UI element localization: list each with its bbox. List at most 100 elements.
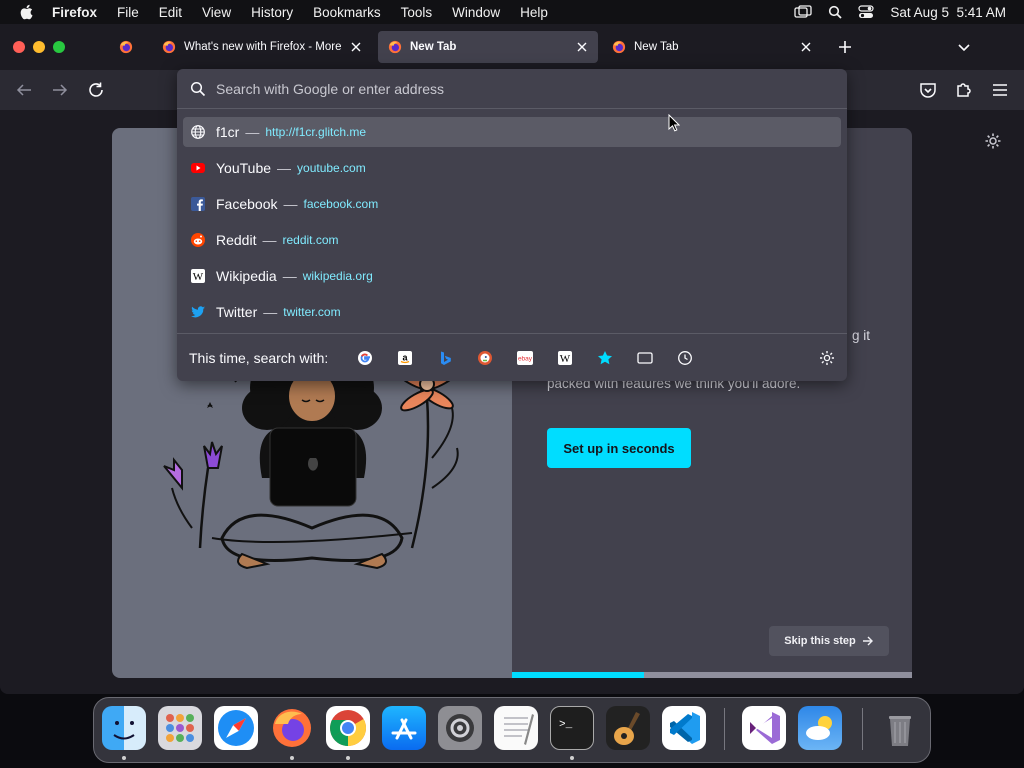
launchpad-icon[interactable] <box>158 706 202 750</box>
visual-studio-icon[interactable] <box>742 706 786 750</box>
set-up-button[interactable]: Set up in seconds <box>547 428 691 468</box>
apple-menu-icon[interactable] <box>19 4 33 20</box>
url-result-twitter[interactable]: Twitter — twitter.com <box>183 297 841 327</box>
svg-text:W: W <box>193 271 204 283</box>
extensions-puzzle-icon[interactable] <box>954 80 974 100</box>
youtube-icon <box>191 163 205 173</box>
app-store-icon[interactable] <box>382 706 426 750</box>
url-result-wikipedia[interactable]: W Wikipedia — wikipedia.org <box>183 261 841 291</box>
tabs-icon[interactable] <box>637 350 653 366</box>
tab-label: New Tab <box>634 41 679 53</box>
url-result-f1cr[interactable]: f1cr — http://f1cr.glitch.me <box>183 117 841 147</box>
address-search-input[interactable] <box>216 80 816 97</box>
minimize-window-button[interactable] <box>33 41 45 53</box>
reload-icon[interactable] <box>86 80 106 100</box>
amazon-icon[interactable]: a <box>397 350 413 366</box>
tab-new-tab[interactable]: New Tab <box>602 31 822 63</box>
firefox-favicon-icon <box>162 40 176 54</box>
svg-text:W: W <box>560 353 571 365</box>
menubar-clock[interactable]: Sat Aug 5 5:41 AM <box>890 5 1006 20</box>
close-tab-icon[interactable] <box>798 39 814 55</box>
system-settings-icon[interactable] <box>438 706 482 750</box>
finder-icon[interactable] <box>102 706 146 750</box>
menu-file[interactable]: File <box>117 5 139 20</box>
close-tab-icon[interactable] <box>348 39 364 55</box>
one-off-search-bar: This time, search with: a ebay W <box>177 333 847 381</box>
chrome-icon[interactable] <box>326 706 370 750</box>
duckduckgo-icon[interactable] <box>477 350 493 366</box>
close-tab-icon[interactable] <box>574 39 590 55</box>
hamburger-menu-icon[interactable] <box>990 80 1010 100</box>
result-separator: — <box>262 232 277 248</box>
result-url: http://f1cr.glitch.me <box>265 125 367 139</box>
globe-icon <box>191 125 205 139</box>
weather-icon[interactable] <box>798 706 842 750</box>
macos-menu-bar: Firefox File Edit View History Bookmarks… <box>0 0 1024 24</box>
forward-arrow-icon[interactable] <box>50 80 70 100</box>
result-separator: — <box>263 304 278 320</box>
firefox-icon[interactable] <box>270 706 314 750</box>
search-icon <box>190 81 206 96</box>
personalize-gear-icon[interactable] <box>984 132 1002 150</box>
menu-bookmarks[interactable]: Bookmarks <box>313 5 381 20</box>
spotlight-search-icon[interactable] <box>828 5 843 19</box>
tab-pinned-firefox[interactable] <box>108 31 144 63</box>
vscode-icon[interactable] <box>662 706 706 750</box>
result-title: Facebook <box>216 196 278 212</box>
svg-text:ebay: ebay <box>518 356 533 363</box>
dock-separator <box>862 708 863 750</box>
terminal-icon[interactable]: >_ <box>550 706 594 750</box>
list-all-tabs-chevron-down-icon[interactable] <box>956 39 972 55</box>
result-title: Wikipedia <box>216 268 277 284</box>
bing-icon[interactable] <box>437 350 453 366</box>
tab-label: What's new with Firefox - More <box>184 41 342 53</box>
trash-icon[interactable] <box>878 706 922 750</box>
google-icon[interactable] <box>357 350 373 366</box>
macos-dock: >_ <box>93 697 931 763</box>
bookmarks-star-icon[interactable] <box>597 350 613 366</box>
wikipedia-icon: W <box>191 269 205 283</box>
running-indicator <box>346 756 350 760</box>
result-title: Reddit <box>216 232 257 248</box>
control-center-icon[interactable] <box>858 5 875 19</box>
result-url: twitter.com <box>283 305 341 319</box>
url-result-youtube[interactable]: YouTube — youtube.com <box>183 153 841 183</box>
close-window-button[interactable] <box>13 41 25 53</box>
urlbar <box>177 69 847 109</box>
new-tab-plus-icon[interactable] <box>837 39 853 55</box>
mouse-pointer-icon <box>668 114 680 132</box>
menu-window[interactable]: Window <box>452 5 500 20</box>
ebay-icon[interactable]: ebay <box>517 350 533 366</box>
skip-label: Skip this step <box>784 635 856 647</box>
tab-whats-new[interactable]: What's new with Firefox - More <box>152 31 372 63</box>
onboarding-progress-bar <box>512 672 912 678</box>
zoom-window-button[interactable] <box>53 41 65 53</box>
menu-view[interactable]: View <box>202 5 231 20</box>
url-result-reddit[interactable]: Reddit — reddit.com <box>183 225 841 255</box>
url-result-facebook[interactable]: Facebook — facebook.com <box>183 189 841 219</box>
back-arrow-icon[interactable] <box>14 80 34 100</box>
result-separator: — <box>245 124 260 140</box>
wikipedia-icon[interactable]: W <box>557 350 573 366</box>
result-url: facebook.com <box>303 197 379 211</box>
screen-mirroring-icon[interactable] <box>794 5 813 19</box>
reddit-icon <box>191 233 205 247</box>
firefox-favicon-icon <box>119 40 133 54</box>
skip-this-step-button[interactable]: Skip this step <box>769 626 889 656</box>
textedit-icon[interactable] <box>494 706 538 750</box>
result-url: wikipedia.org <box>302 269 373 283</box>
result-separator: — <box>283 196 298 212</box>
firefox-favicon-icon <box>388 40 402 54</box>
garageband-icon[interactable] <box>606 706 650 750</box>
menu-edit[interactable]: Edit <box>159 5 182 20</box>
pocket-icon[interactable] <box>918 80 938 100</box>
dock-separator <box>724 708 725 750</box>
menu-help[interactable]: Help <box>520 5 548 20</box>
safari-icon[interactable] <box>214 706 258 750</box>
tab-new-tab-active[interactable]: New Tab <box>378 31 598 63</box>
menu-app-name[interactable]: Firefox <box>52 5 97 20</box>
search-settings-gear-icon[interactable] <box>819 350 835 366</box>
menu-tools[interactable]: Tools <box>401 5 433 20</box>
history-icon[interactable] <box>677 350 693 366</box>
menu-history[interactable]: History <box>251 5 293 20</box>
